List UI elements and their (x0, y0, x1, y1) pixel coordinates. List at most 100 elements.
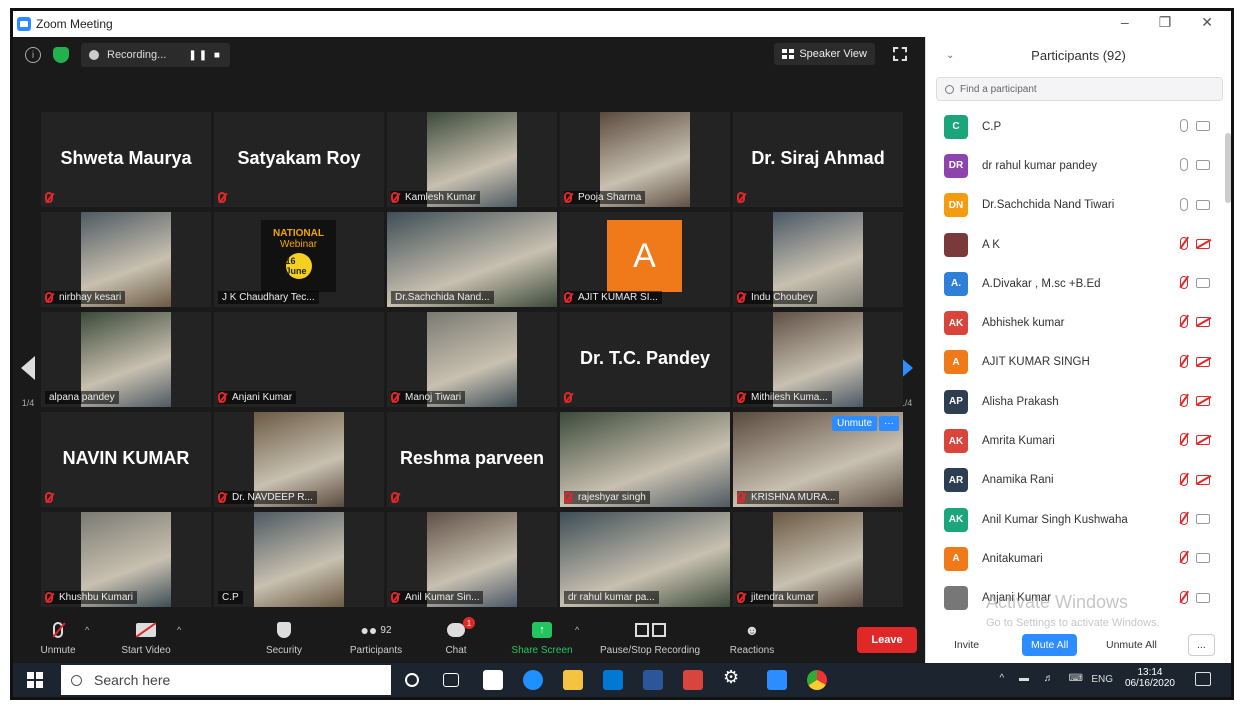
windows-start-icon[interactable] (27, 672, 43, 688)
participant-row[interactable]: AK Anil Kumar Singh Kushwaha (926, 500, 1231, 539)
fullscreen-icon[interactable] (893, 47, 907, 61)
unmute-participant-button[interactable]: Unmute (831, 416, 877, 431)
participants-label: Participants (349, 645, 403, 656)
language-indicator[interactable]: ENG (1091, 674, 1113, 685)
settings-gear-icon[interactable]: ⚙ (723, 667, 739, 688)
info-icon[interactable]: i (25, 47, 41, 63)
video-tile[interactable]: dr rahul kumar pa... (560, 512, 730, 607)
video-tile[interactable]: Pooja Sharma (560, 112, 730, 207)
leave-button[interactable]: Leave (857, 627, 917, 653)
participant-name: Anitakumari (982, 552, 1043, 565)
video-tile[interactable]: Dr. Siraj Ahmad (733, 112, 903, 207)
participant-row[interactable]: A Anitakumari (926, 539, 1231, 578)
taskbar-search-input[interactable]: Search here (61, 665, 391, 695)
video-tile[interactable]: rajeshyar singh (560, 412, 730, 507)
mic-muted-icon (391, 492, 399, 503)
clock-time: 13:14 (1137, 667, 1163, 678)
participant-row[interactable]: DR dr rahul kumar pandey (926, 146, 1231, 185)
video-tile[interactable]: Dr. T.C. Pandey (560, 312, 730, 407)
clock[interactable]: 13:14 06/16/2020 (1125, 667, 1175, 689)
participant-row[interactable]: AR Anamika Rani (926, 461, 1231, 500)
mail-icon[interactable] (603, 670, 623, 690)
share-options-caret-icon[interactable]: ^ (575, 625, 579, 635)
participant-row[interactable]: A K (926, 225, 1231, 264)
share-screen-button[interactable]: ↑ Share Screen (497, 619, 587, 656)
cortana-icon[interactable] (405, 673, 419, 687)
participant-label: Dr.Sachchida Nand... (391, 291, 494, 304)
video-tile[interactable]: NATIONAL Webinar 16 June J K Chaudhary Tec.… (214, 212, 384, 307)
participant-label: dr rahul kumar pa... (564, 591, 659, 604)
participant-row[interactable]: A. A.Divakar , M.sc +B.Ed (926, 264, 1231, 303)
encryption-shield-icon[interactable] (53, 47, 69, 63)
zoom-taskbar-icon[interactable] (767, 670, 787, 690)
participant-row[interactable]: DN Dr.Sachchida Nand Tiwari (926, 186, 1231, 225)
participant-row[interactable]: AP Alisha Prakash (926, 382, 1231, 421)
participant-row[interactable]: AK Amrita Kumari (926, 421, 1231, 460)
video-tile[interactable]: Mithilesh Kuma... (733, 312, 903, 407)
participants-button[interactable]: ●● 92 Participants (331, 619, 421, 656)
pause-stop-recording-button[interactable]: Pause/Stop Recording (600, 619, 700, 656)
maximize-icon[interactable]: ❐ (1159, 14, 1172, 31)
video-options-caret-icon[interactable]: ^ (177, 625, 181, 635)
notification-center-icon[interactable] (1195, 672, 1211, 686)
arrow-left-icon (21, 356, 35, 380)
video-tile[interactable]: A AJIT KUMAR SI... (560, 212, 730, 307)
reactions-button[interactable]: ☻ Reactions (707, 619, 797, 656)
unmute-all-button[interactable]: Unmute All (1098, 635, 1165, 655)
collapse-chevron-icon[interactable]: ⌄ (946, 50, 954, 61)
participant-name: Reshma parveen (399, 448, 545, 468)
speaker-view-button[interactable]: Speaker View (774, 43, 875, 65)
unmute-button[interactable]: Unmute (13, 619, 103, 656)
video-tile[interactable]: jitendra kumar (733, 512, 903, 607)
invite-button[interactable]: Invite (946, 635, 987, 655)
participant-row[interactable]: AK Abhishek kumar (926, 303, 1231, 342)
task-view-icon[interactable] (443, 673, 459, 687)
participant-label: Anil Kumar Sin... (391, 591, 484, 604)
chrome-icon[interactable] (807, 670, 827, 690)
window-titlebar: Zoom Meeting – ❐ ✕ (13, 11, 1231, 37)
edge-browser-icon[interactable] (523, 670, 543, 690)
system-tray-icons[interactable]: ^ ▬ ♬ ⌨ (1000, 673, 1089, 684)
video-tile[interactable]: Anil Kumar Sin... (387, 512, 557, 607)
store-icon[interactable] (483, 670, 503, 690)
video-tile[interactable]: Reshma parveen (387, 412, 557, 507)
participant-list-scrollbar[interactable] (1225, 133, 1231, 203)
file-explorer-icon[interactable] (563, 670, 583, 690)
mic-muted-icon (737, 192, 745, 203)
participant-label: rajeshyar singh (564, 491, 650, 504)
camera-icon (1196, 278, 1210, 289)
participant-row[interactable]: C C.P (926, 107, 1231, 146)
video-tile[interactable]: Indu Choubey (733, 212, 903, 307)
tile-more-options-button[interactable]: ··· (879, 416, 899, 431)
participant-list: C C.P DR dr rahul kumar pandey DN Dr.Sachchid… (926, 107, 1231, 618)
video-tile[interactable]: Anjani Kumar (214, 312, 384, 407)
mute-all-button[interactable]: Mute All (1022, 634, 1078, 656)
video-tile[interactable]: Dr.Sachchida Nand... (387, 212, 557, 307)
participant-row[interactable]: A AJIT KUMAR SINGH (926, 343, 1231, 382)
video-tile[interactable]: C.P (214, 512, 384, 607)
video-tile[interactable]: Manoj Tiwari (387, 312, 557, 407)
chat-button[interactable]: 1 Chat (411, 617, 501, 656)
video-tile[interactable]: nirbhay kesari (41, 212, 211, 307)
mic-muted-icon (45, 592, 53, 603)
acrobat-icon[interactable] (683, 670, 703, 690)
mic-muted-icon (1180, 394, 1188, 408)
security-button[interactable]: Security (239, 619, 329, 656)
video-tile[interactable]: Kamlesh Kumar (387, 112, 557, 207)
chat-label: Chat (445, 645, 467, 656)
video-tile[interactable]: alpana pandey (41, 312, 211, 407)
pause-stop-recording-icon[interactable]: ❚❚ ■ (188, 50, 222, 61)
video-tile[interactable]: Satyakam Roy (214, 112, 384, 207)
prev-page-button[interactable]: 1/4 (15, 337, 41, 427)
more-options-button[interactable]: ... (1188, 634, 1215, 656)
video-tile[interactable]: Khushbu Kumari (41, 512, 211, 607)
audio-options-caret-icon[interactable]: ^ (85, 625, 89, 635)
participant-search-input[interactable]: Find a participant (936, 77, 1223, 101)
video-tile[interactable]: KRISHNA MURA... Unmute ··· (733, 412, 903, 507)
close-icon[interactable]: ✕ (1201, 14, 1213, 31)
video-tile[interactable]: NAVIN KUMAR (41, 412, 211, 507)
word-icon[interactable] (643, 670, 663, 690)
video-tile[interactable]: Shweta Maurya (41, 112, 211, 207)
minimize-icon[interactable]: – (1121, 14, 1129, 31)
video-tile[interactable]: Dr. NAVDEEP R... (214, 412, 384, 507)
